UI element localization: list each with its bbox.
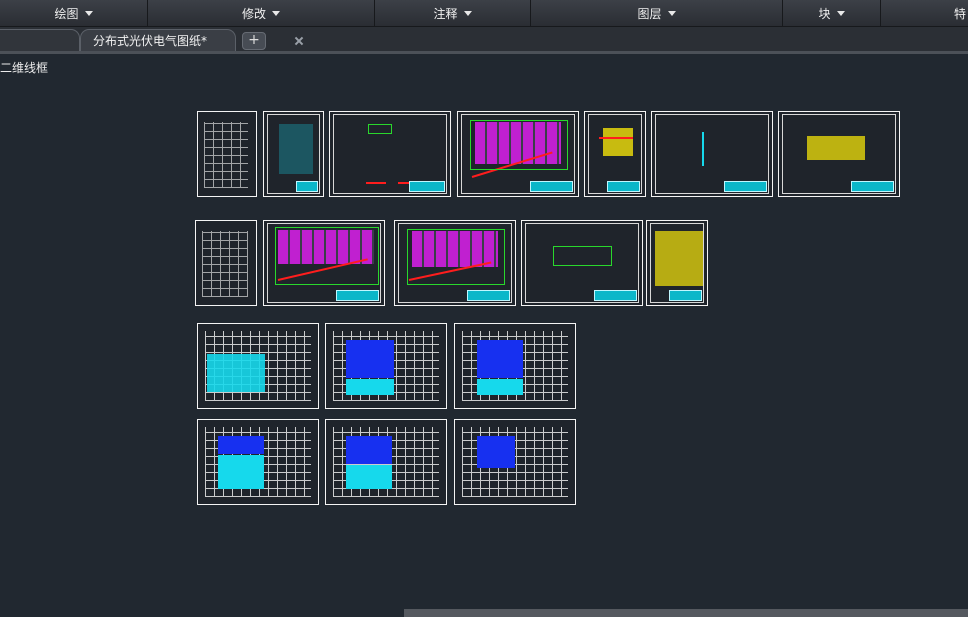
ribbon-panel-bar: 绘图 修改 注释 图层 块 特	[0, 0, 968, 27]
status-message-bar	[404, 609, 968, 617]
drawing-sheet[interactable]	[195, 220, 257, 306]
chevron-down-icon	[667, 11, 676, 16]
document-tab-active[interactable]: 分布式光伏电气图纸*	[80, 29, 236, 51]
ribbon-panel-label: 绘图	[54, 6, 79, 21]
chevron-down-icon	[272, 11, 280, 16]
drawing-sheet[interactable]	[651, 111, 773, 197]
document-tab-bar: 分布式光伏电气图纸* +	[0, 27, 968, 54]
new-tab-button[interactable]: +	[242, 32, 266, 50]
document-tab-previous[interactable]	[0, 29, 80, 51]
drawing-sheet[interactable]	[584, 111, 646, 197]
chevron-down-icon	[84, 11, 93, 16]
drawing-sheet[interactable]	[329, 111, 451, 197]
ribbon-panel-label: 注释	[433, 6, 458, 21]
drawing-sheet[interactable]	[197, 323, 319, 409]
ribbon-panel-layers[interactable]: 图层	[531, 0, 783, 26]
drawing-sheet[interactable]	[263, 220, 385, 306]
ribbon-panel-draw[interactable]: 绘图	[0, 0, 148, 26]
drawing-sheet[interactable]	[394, 220, 516, 306]
drawing-sheet[interactable]	[197, 419, 319, 505]
document-tab-label: 分布式光伏电气图纸*	[93, 34, 208, 48]
drawing-sheet[interactable]	[521, 220, 643, 306]
drawing-sheet[interactable]	[325, 323, 447, 409]
ribbon-panel-block[interactable]: 块	[783, 0, 881, 26]
drawing-sheet[interactable]	[454, 419, 576, 505]
view-style-label[interactable]: 二维线框	[0, 59, 48, 76]
close-icon[interactable]	[294, 36, 304, 46]
drawing-sheet[interactable]	[325, 419, 447, 505]
ribbon-panel-annotation[interactable]: 注释	[375, 0, 531, 26]
ribbon-panel-properties[interactable]: 特	[881, 0, 968, 26]
chevron-down-icon	[463, 11, 472, 16]
drawing-sheet[interactable]	[646, 220, 708, 306]
drawing-sheet[interactable]	[457, 111, 579, 197]
ribbon-panel-label: 图层	[637, 6, 662, 21]
drawing-sheet[interactable]	[778, 111, 900, 197]
ribbon-panel-label: 修改	[241, 6, 266, 21]
ribbon-panel-label: 特	[953, 6, 966, 21]
drawing-sheet[interactable]	[454, 323, 576, 409]
chevron-down-icon	[836, 11, 845, 16]
drawing-sheet[interactable]	[197, 111, 257, 197]
ribbon-panel-label: 块	[818, 6, 831, 21]
ribbon-panel-modify[interactable]: 修改	[148, 0, 375, 26]
plus-icon: +	[248, 32, 260, 48]
drawing-sheet[interactable]	[263, 111, 324, 197]
